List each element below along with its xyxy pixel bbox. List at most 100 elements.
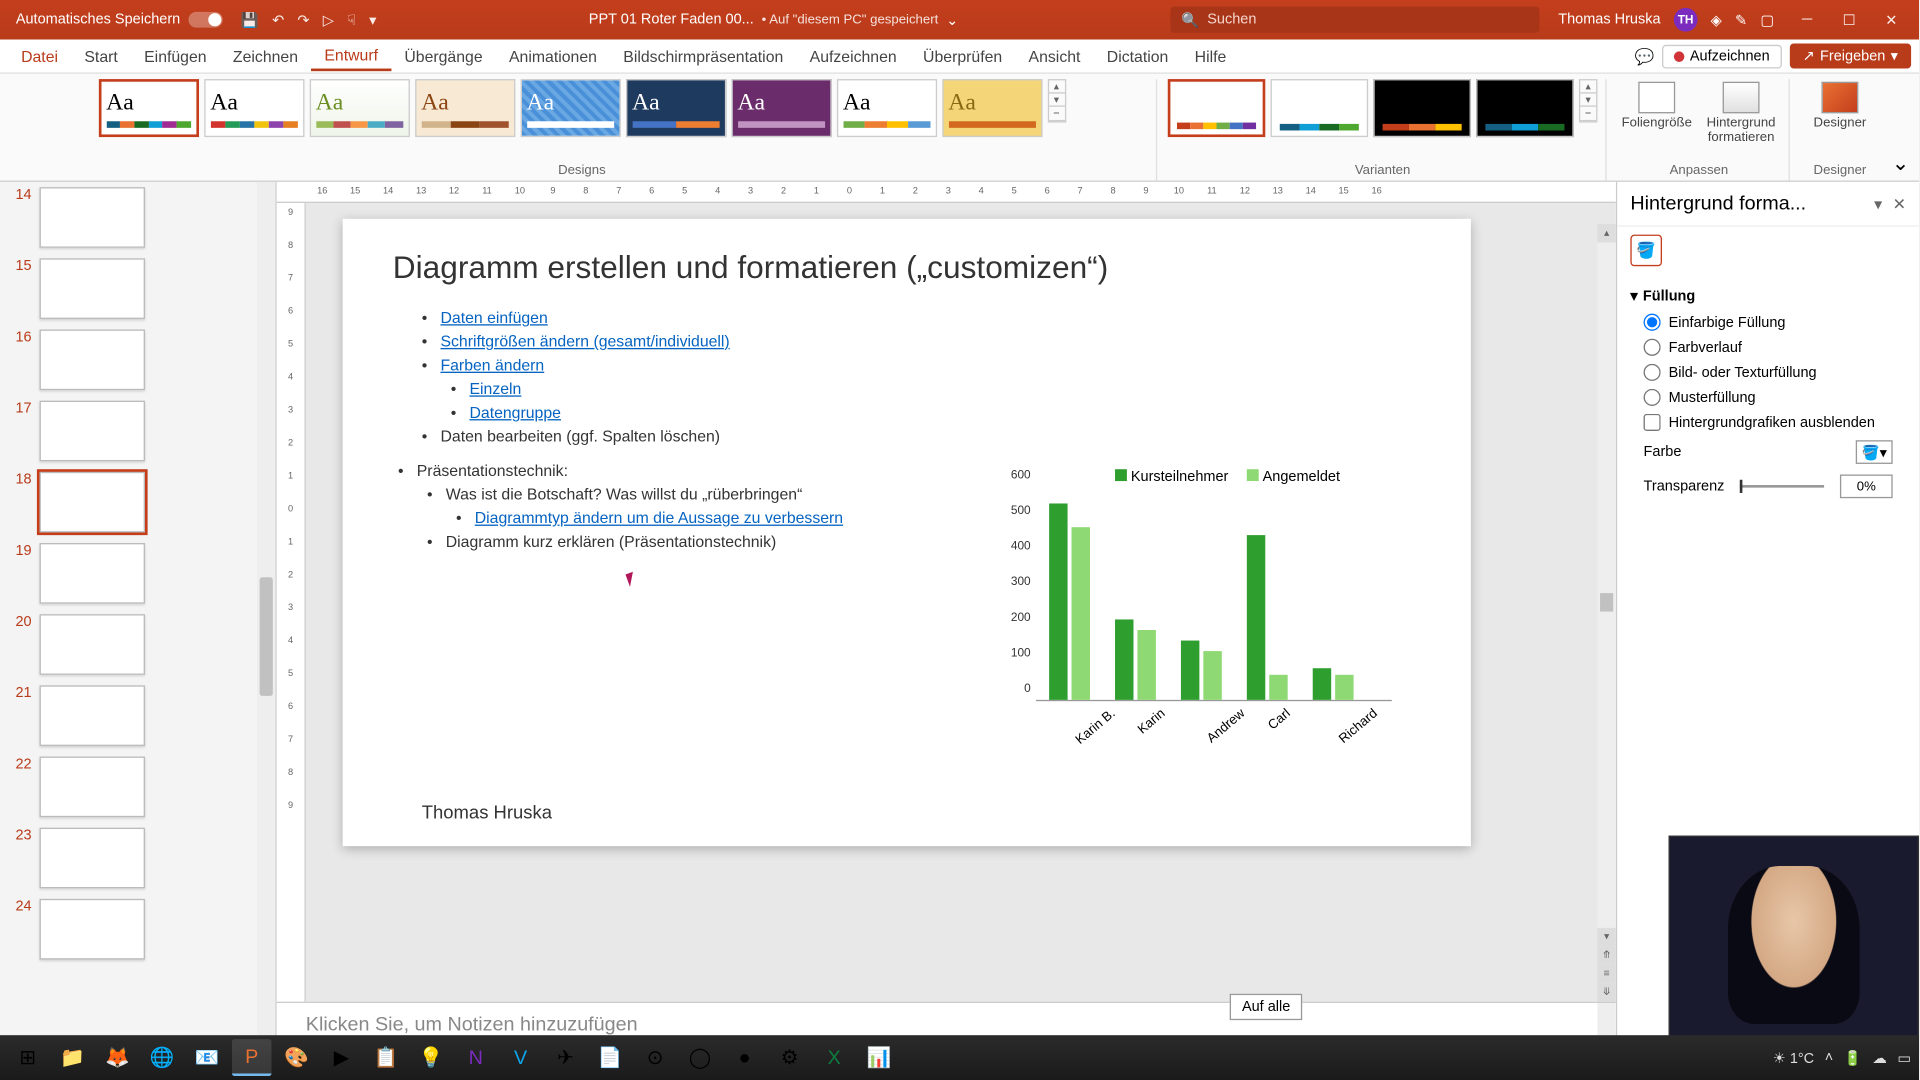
thumbnail-15[interactable]: 15 bbox=[0, 253, 275, 324]
thumbnail-22[interactable]: 22 bbox=[0, 751, 275, 822]
theme-thumb-8[interactable]: Aa bbox=[836, 79, 936, 137]
tab-ansicht[interactable]: Ansicht bbox=[1015, 43, 1093, 69]
transparency-slider[interactable] bbox=[1740, 485, 1824, 488]
document-title[interactable]: PPT 01 Roter Faden 00... • Auf "diesem P… bbox=[589, 11, 959, 28]
gradient-fill-radio[interactable]: Farbverlauf bbox=[1630, 335, 1905, 360]
file-explorer-icon[interactable]: 📁 bbox=[53, 1039, 93, 1076]
slide-size-button[interactable]: Foliengröße bbox=[1617, 79, 1696, 133]
pattern-fill-radio[interactable]: Musterfüllung bbox=[1630, 385, 1905, 410]
telegram-icon[interactable]: ✈ bbox=[546, 1039, 586, 1076]
thumbnail-19[interactable]: 19 bbox=[0, 538, 275, 609]
app-icon-9[interactable]: 📊 bbox=[859, 1039, 899, 1076]
app-icon-2[interactable]: 📋 bbox=[366, 1039, 406, 1076]
weather-widget[interactable]: ☀ 1°C bbox=[1773, 1049, 1814, 1066]
thumbnail-14[interactable]: 14 bbox=[0, 182, 275, 253]
pen-icon[interactable]: ✎ bbox=[1735, 11, 1747, 28]
variant-4[interactable] bbox=[1476, 79, 1574, 137]
transparency-input[interactable]: 0% bbox=[1840, 474, 1893, 498]
tab-animationen[interactable]: Animationen bbox=[496, 43, 610, 69]
variant-2[interactable] bbox=[1271, 79, 1369, 137]
app-icon-4[interactable]: V bbox=[501, 1039, 541, 1076]
variants-expand[interactable]: ▴▾⎯ bbox=[1579, 79, 1597, 122]
tab-entwurf[interactable]: Entwurf bbox=[311, 42, 391, 71]
theme-thumb-7[interactable]: Aa bbox=[731, 79, 831, 137]
record-button[interactable]: Aufzeichnen bbox=[1662, 44, 1781, 68]
theme-thumb-6[interactable]: Aa bbox=[625, 79, 725, 137]
app-icon-5[interactable]: 📄 bbox=[590, 1039, 630, 1076]
user-avatar[interactable]: TH bbox=[1674, 8, 1698, 32]
chevron-down-icon[interactable]: ⌄ bbox=[946, 11, 958, 28]
thumbnail-18[interactable]: 18 bbox=[0, 467, 275, 538]
themes-expand[interactable]: ▴▾⎯ bbox=[1047, 79, 1065, 122]
start-icon[interactable]: ▷ bbox=[323, 11, 334, 28]
app-icon-8[interactable]: ● bbox=[725, 1039, 765, 1076]
comments-icon[interactable]: 💬 bbox=[1635, 47, 1655, 65]
search-input[interactable]: 🔍 Suchen bbox=[1171, 7, 1540, 33]
app-icon-7[interactable]: ◯ bbox=[680, 1039, 720, 1076]
autosave-toggle[interactable]: Automatisches Speichern bbox=[16, 12, 223, 28]
redo-icon[interactable]: ↷ bbox=[297, 11, 309, 28]
vlc-icon[interactable]: ▶ bbox=[322, 1039, 362, 1076]
theme-thumb-5[interactable]: Aa bbox=[520, 79, 620, 137]
diamond-icon[interactable]: ◈ bbox=[1711, 11, 1722, 28]
undo-icon[interactable]: ↶ bbox=[272, 11, 284, 28]
theme-thumb-1[interactable]: Aa bbox=[98, 79, 198, 137]
chart-object[interactable]: KursteilnehmerAngemeldet0100200300400500… bbox=[996, 464, 1391, 754]
app-icon-1[interactable]: 🎨 bbox=[277, 1039, 317, 1076]
tab-zeichnen[interactable]: Zeichnen bbox=[220, 43, 311, 69]
picture-fill-radio[interactable]: Bild- oder Texturfüllung bbox=[1630, 360, 1905, 385]
share-button[interactable]: ↗Freigeben▾ bbox=[1789, 43, 1911, 68]
tray-chevron-icon[interactable]: ˄ bbox=[1825, 1050, 1833, 1066]
app-icon-3[interactable]: 💡 bbox=[411, 1039, 451, 1076]
collapse-ribbon-icon[interactable]: ⌄ bbox=[1890, 79, 1911, 180]
save-icon[interactable]: 💾 bbox=[241, 11, 259, 28]
theme-thumb-2[interactable]: Aa bbox=[204, 79, 304, 137]
tab-aufzeichnen[interactable]: Aufzeichnen bbox=[796, 43, 909, 69]
editor-vscrollbar[interactable]: ▴ ▾ ⤊ ≡ ⤋ bbox=[1597, 224, 1615, 1002]
theme-thumb-3[interactable]: Aa bbox=[309, 79, 409, 137]
thumbnail-16[interactable]: 16 bbox=[0, 324, 275, 395]
powerpoint-icon[interactable]: P bbox=[232, 1039, 272, 1076]
settings-icon[interactable]: ⚙ bbox=[770, 1039, 810, 1076]
solid-fill-radio[interactable]: Einfarbige Füllung bbox=[1630, 310, 1905, 335]
excel-icon[interactable]: X bbox=[815, 1039, 855, 1076]
firefox-icon[interactable]: 🦊 bbox=[98, 1039, 138, 1076]
user-name-label[interactable]: Thomas Hruska bbox=[1558, 12, 1660, 28]
start-menu-icon[interactable]: ⊞ bbox=[8, 1039, 48, 1076]
tray-icon[interactable]: ▭ bbox=[1897, 1049, 1911, 1066]
slide-title[interactable]: Diagramm erstellen und formatieren („cus… bbox=[393, 250, 1421, 287]
color-picker[interactable]: 🪣▾ bbox=[1856, 440, 1893, 464]
pane-options-icon[interactable]: ▾ bbox=[1874, 194, 1882, 212]
tab-uebergaenge[interactable]: Übergänge bbox=[391, 43, 496, 69]
hide-bg-checkbox[interactable]: Hintergrundgrafiken ausblenden bbox=[1630, 410, 1905, 435]
variant-1[interactable] bbox=[1168, 79, 1266, 137]
touch-icon[interactable]: ☟ bbox=[347, 11, 356, 28]
format-background-button[interactable]: Hintergrund formatieren bbox=[1702, 79, 1781, 148]
tab-einfuegen[interactable]: Einfügen bbox=[131, 43, 220, 69]
apply-all-button[interactable]: Auf alle bbox=[1230, 994, 1302, 1020]
tab-start[interactable]: Start bbox=[71, 43, 131, 69]
variant-3[interactable] bbox=[1373, 79, 1471, 137]
thumbnail-21[interactable]: 21 bbox=[0, 680, 275, 751]
tab-ueberpruefen[interactable]: Überprüfen bbox=[910, 43, 1016, 69]
theme-thumb-9[interactable]: Aa bbox=[942, 79, 1042, 137]
prev-slide-icon[interactable]: ⤊ bbox=[1597, 946, 1615, 964]
fill-section-header[interactable]: ▾Füllung bbox=[1630, 287, 1905, 304]
thumbnail-17[interactable]: 17 bbox=[0, 395, 275, 466]
theme-thumb-4[interactable]: Aa bbox=[415, 79, 515, 137]
qat-more-icon[interactable]: ▾ bbox=[369, 11, 376, 28]
next-slide-icon[interactable]: ⤋ bbox=[1597, 983, 1615, 1001]
outlook-icon[interactable]: 📧 bbox=[187, 1039, 227, 1076]
slide-canvas[interactable]: Diagramm erstellen und formatieren („cus… bbox=[343, 219, 1471, 846]
window-icon[interactable]: ▢ bbox=[1760, 11, 1774, 28]
onenote-icon[interactable]: N bbox=[456, 1039, 496, 1076]
tab-datei[interactable]: Datei bbox=[8, 43, 71, 69]
thumbnail-20[interactable]: 20 bbox=[0, 609, 275, 680]
slide-author[interactable]: Thomas Hruska bbox=[422, 801, 552, 822]
pane-close-icon[interactable]: ✕ bbox=[1893, 194, 1906, 212]
tab-bildschirm[interactable]: Bildschirmpräsentation bbox=[610, 43, 796, 69]
app-icon-6[interactable]: ⊙ bbox=[635, 1039, 675, 1076]
slide-edit-area[interactable]: Diagramm erstellen und formatieren („cus… bbox=[306, 203, 1616, 1002]
tab-dictation[interactable]: Dictation bbox=[1094, 43, 1182, 69]
close-button[interactable]: ✕ bbox=[1872, 7, 1912, 33]
